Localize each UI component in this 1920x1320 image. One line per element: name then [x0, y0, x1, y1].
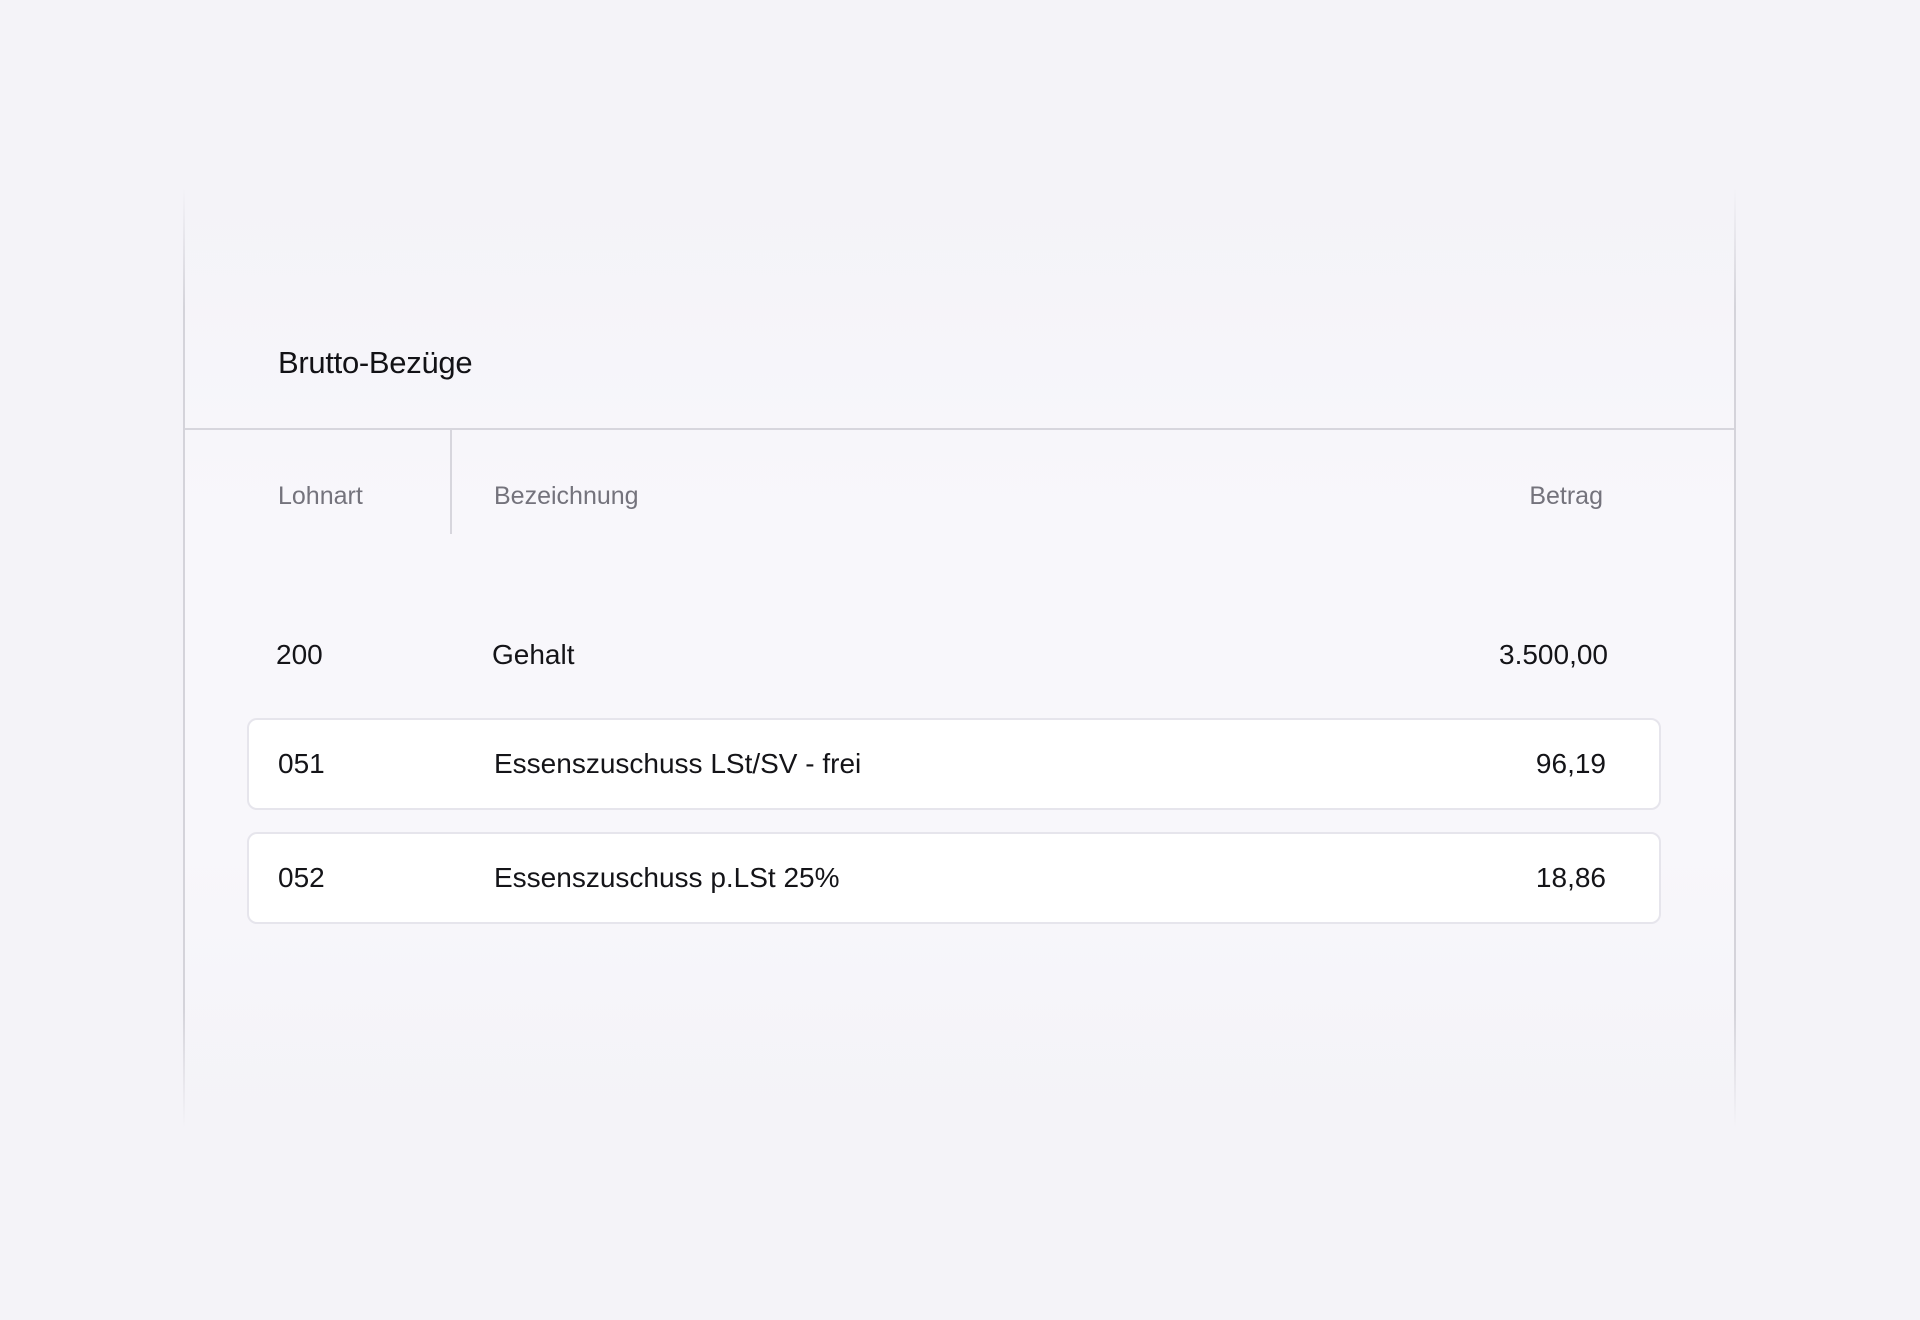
table-header: Lohnart Bezeichnung Betrag: [185, 478, 1734, 514]
column-header-bezeichnung[interactable]: Bezeichnung: [494, 478, 639, 514]
bezeichnung-cell: Essenszuschuss p.LSt 25%: [494, 862, 840, 893]
lohnart-cell: 051: [278, 748, 325, 779]
lohnart-cell: 200: [276, 639, 323, 670]
section-title: Brutto-Bezüge: [278, 345, 473, 380]
table-row[interactable]: 052 Essenszuschuss p.LSt 25% 18,86: [247, 832, 1661, 924]
lohnart-cell: 052: [278, 862, 325, 893]
table-row[interactable]: 200 Gehalt 3.500,00: [247, 609, 1661, 701]
table-row[interactable]: 051 Essenszuschuss LSt/SV - frei 96,19: [247, 718, 1661, 810]
betrag-cell: 3.500,00: [1499, 639, 1608, 670]
betrag-cell: 96,19: [1535, 748, 1606, 779]
column-header-betrag[interactable]: Betrag: [1529, 478, 1603, 514]
bezeichnung-cell: Gehalt: [492, 639, 575, 670]
column-header-lohnart[interactable]: Lohnart: [278, 478, 363, 514]
bezeichnung-cell: Essenszuschuss LSt/SV - frei: [494, 748, 862, 779]
brutto-bezuege-panel: Brutto-Bezüge Lohnart Bezeichnung Betrag…: [183, 188, 1736, 1128]
title-divider: [185, 428, 1734, 430]
betrag-cell: 18,86: [1535, 862, 1606, 893]
